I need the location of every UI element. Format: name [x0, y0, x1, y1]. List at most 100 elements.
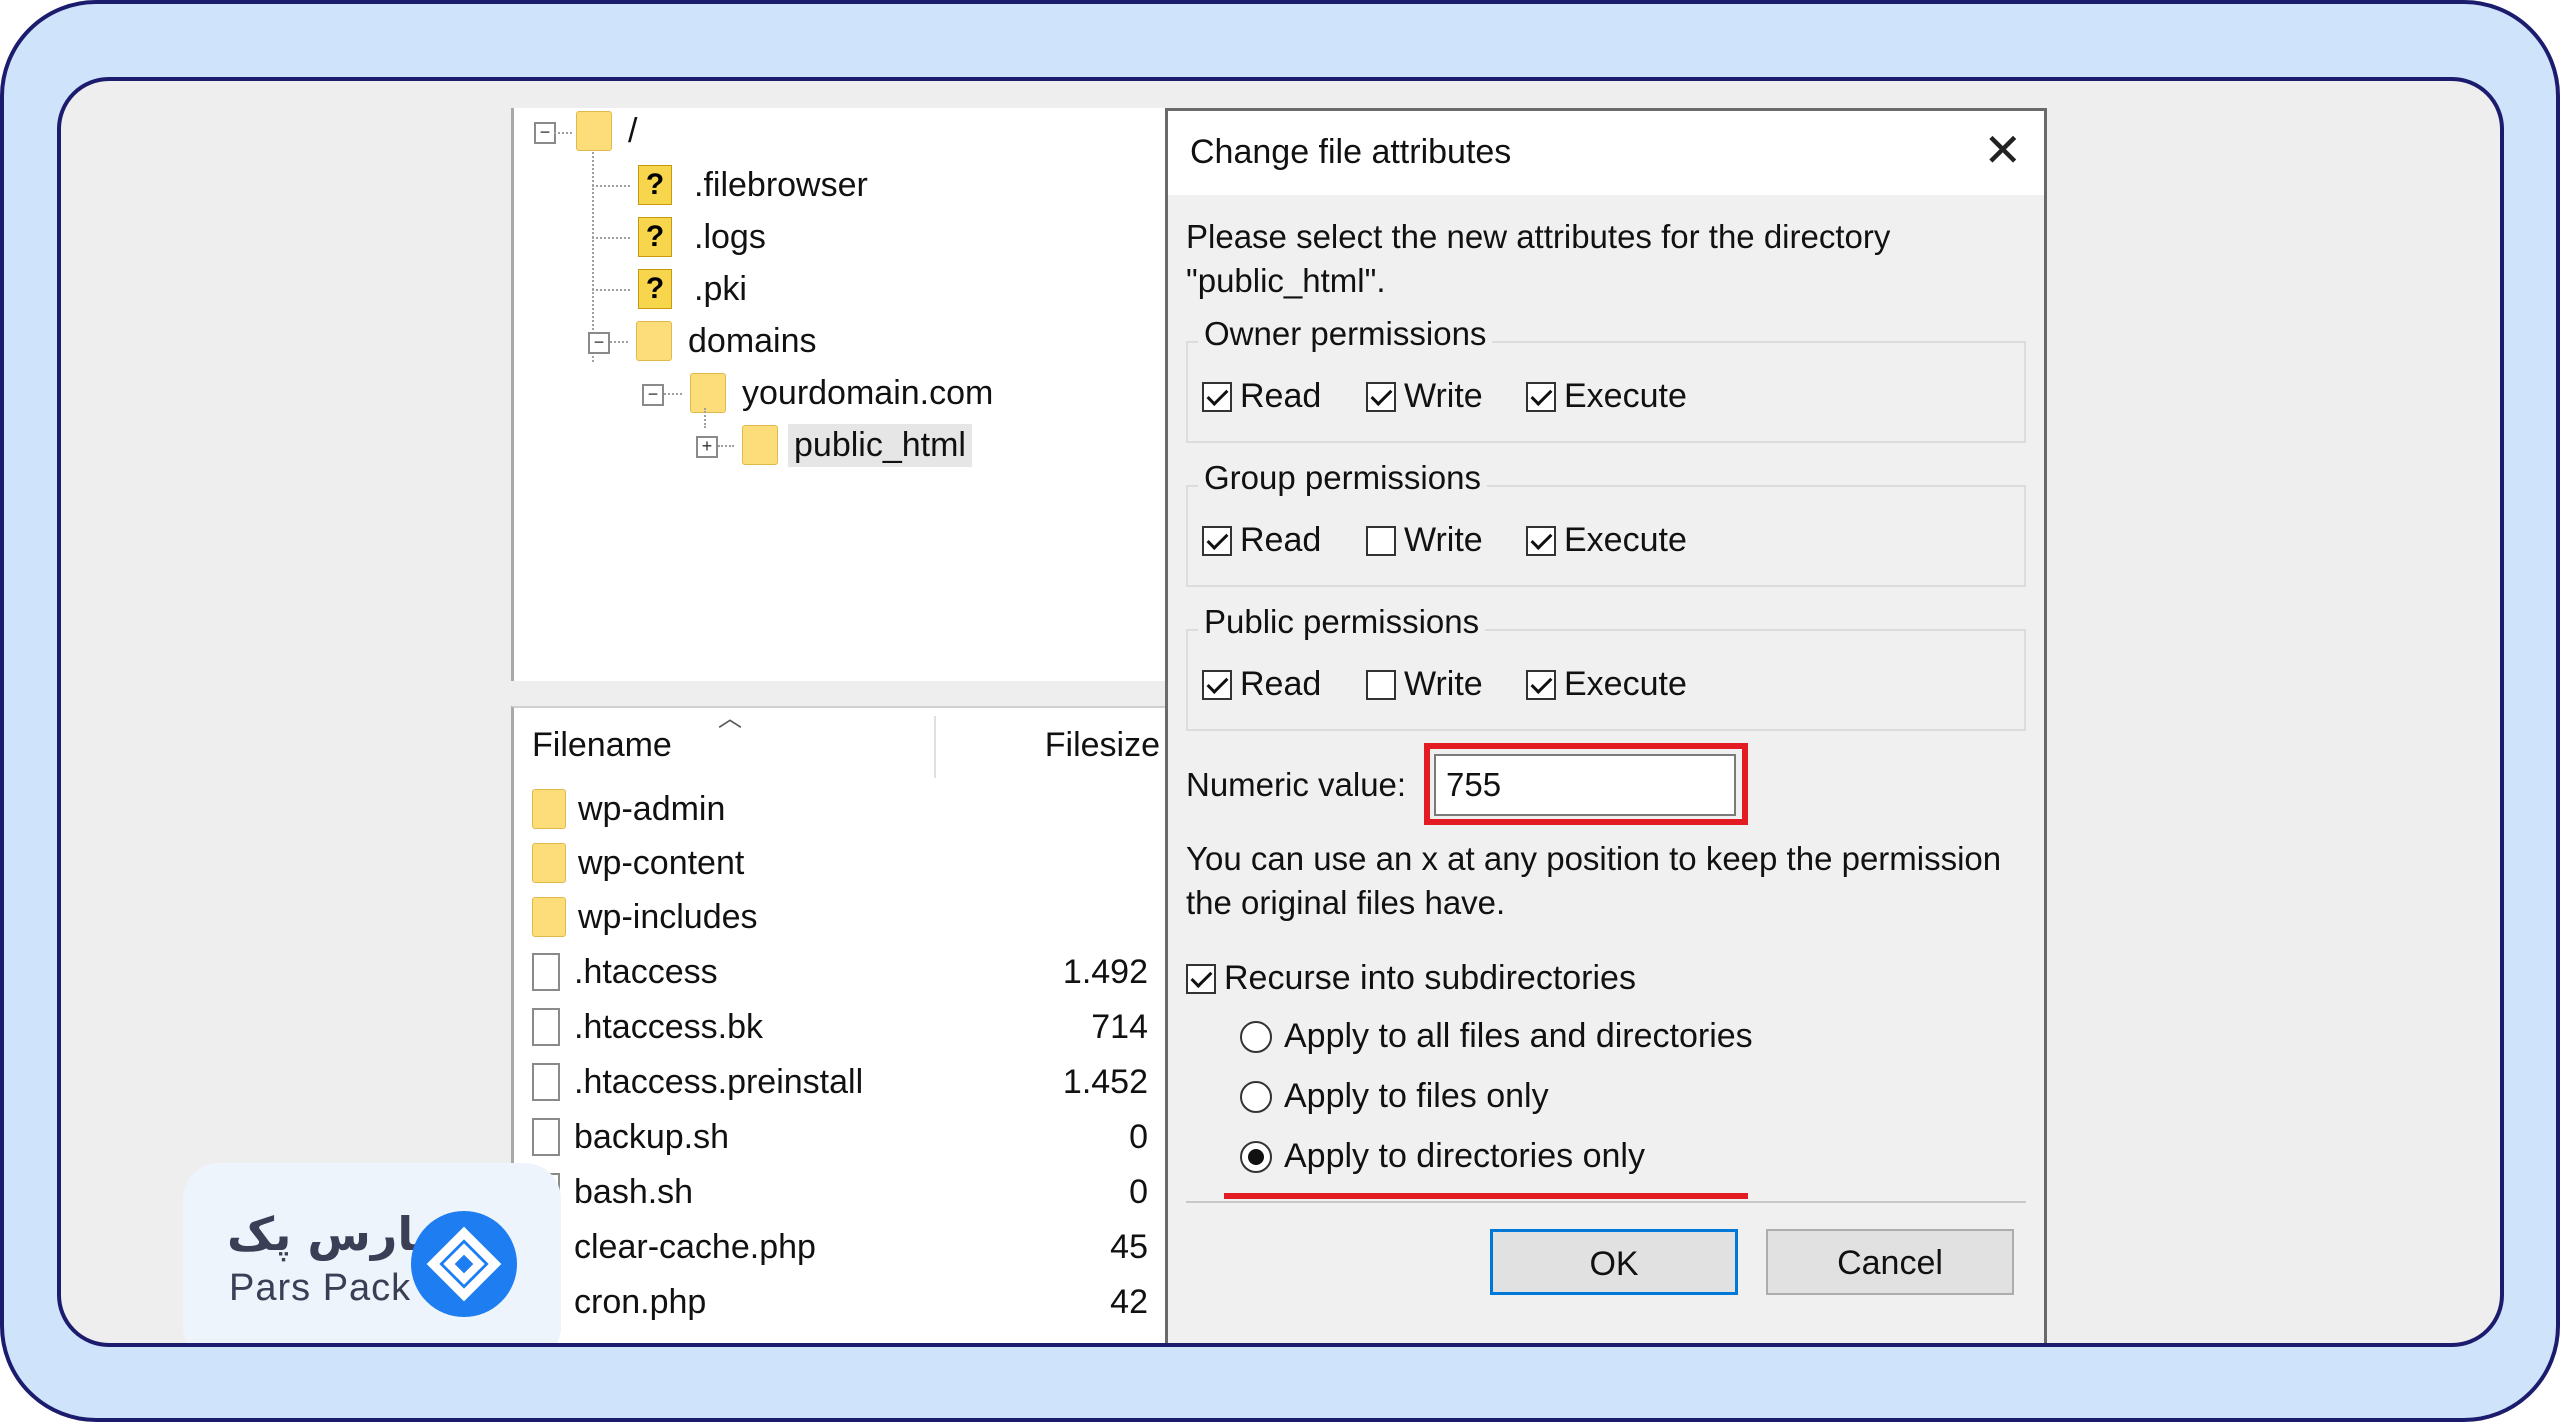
- tree-item-public-html[interactable]: public_html: [742, 422, 972, 468]
- logo-text-persian: پارس پک: [227, 1207, 432, 1261]
- file-name: .htaccess: [574, 952, 718, 991]
- checkbox-box[interactable]: [1366, 669, 1396, 700]
- tree-connector: [610, 341, 628, 343]
- file-size: 1.492: [1062, 952, 1148, 991]
- cancel-button[interactable]: Cancel: [1766, 1229, 2014, 1295]
- file-row[interactable]: wp-content: [532, 838, 1162, 888]
- prompt-line-1: Please select the new attributes for the…: [1186, 218, 1891, 255]
- file-name: bash.sh: [574, 1172, 694, 1211]
- file-row[interactable]: .htaccess.bk 714: [532, 1002, 1162, 1052]
- recurse-checkbox[interactable]: Recurse into subdirectories: [1186, 959, 1636, 998]
- tree-item-pki[interactable]: ? .pki: [638, 266, 753, 312]
- tree-item-filebrowser[interactable]: ? .filebrowser: [638, 162, 874, 208]
- expand-public-html-icon[interactable]: +: [696, 436, 718, 458]
- close-icon[interactable]: ✕: [1983, 125, 2022, 175]
- checkbox-box[interactable]: [1202, 669, 1232, 700]
- file-row[interactable]: bash.sh 0: [532, 1167, 1162, 1217]
- radio-apply-all[interactable]: Apply to all files and directories: [1240, 1017, 1753, 1056]
- hint-line-1: You can use an x at any position to keep…: [1186, 840, 2002, 877]
- checkbox-label: Read: [1240, 665, 1322, 703]
- prompt-line-2: "public_html".: [1186, 262, 1386, 299]
- tree-item-domains[interactable]: domains: [636, 318, 823, 364]
- owner-execute-checkbox[interactable]: Execute: [1526, 377, 1687, 416]
- radio-apply-directories[interactable]: Apply to directories only: [1240, 1137, 1645, 1176]
- collapse-yourdomain-icon[interactable]: −: [642, 384, 664, 406]
- folder-icon: [532, 789, 566, 829]
- ok-button[interactable]: OK: [1490, 1229, 1738, 1295]
- tree-item-yourdomain[interactable]: yourdomain.com: [690, 370, 999, 416]
- radio-button[interactable]: [1240, 1140, 1272, 1173]
- file-name: clear-cache.php: [574, 1227, 816, 1266]
- public-permissions-group: Public permissions Read Write Execute: [1186, 603, 2026, 731]
- file-name: .htaccess.preinstall: [574, 1062, 864, 1101]
- file-row[interactable]: wp-includes: [532, 892, 1162, 942]
- public-read-checkbox[interactable]: Read: [1202, 665, 1321, 704]
- underline-annotation: [1224, 1193, 1748, 1199]
- column-divider[interactable]: [934, 716, 936, 778]
- column-header-filename[interactable]: Filename: [532, 726, 672, 765]
- hint-line-2: the original files have.: [1186, 884, 1506, 921]
- checkbox-box[interactable]: [1186, 963, 1216, 994]
- numeric-value-input[interactable]: [1434, 754, 1736, 816]
- checkbox-box[interactable]: [1526, 669, 1556, 700]
- tree-item-label: yourdomain.com: [742, 373, 994, 412]
- public-write-checkbox[interactable]: Write: [1366, 665, 1483, 704]
- radio-apply-files[interactable]: Apply to files only: [1240, 1077, 1549, 1116]
- folder-icon: [636, 321, 672, 361]
- logo-card: پارس پک Pars Pack: [183, 1163, 561, 1343]
- logo-text-english: Pars Pack: [229, 1267, 412, 1309]
- numeric-value-label: Numeric value:: [1186, 766, 1407, 803]
- file-row[interactable]: cron.php 42: [532, 1277, 1162, 1327]
- file-size: 42: [1110, 1282, 1148, 1321]
- checkbox-label: Read: [1240, 521, 1322, 559]
- checkbox-box[interactable]: [1366, 525, 1396, 556]
- file-row[interactable]: clear-cache.php 45: [532, 1222, 1162, 1272]
- tree-item-label: .logs: [694, 217, 766, 256]
- divider: [1186, 1201, 2026, 1203]
- checkbox-label: Write: [1404, 665, 1483, 703]
- group-read-checkbox[interactable]: Read: [1202, 521, 1321, 560]
- tree-connector: [592, 237, 630, 239]
- group-write-checkbox[interactable]: Write: [1366, 521, 1483, 560]
- tree-item-label: /: [628, 111, 638, 150]
- folder-icon: [532, 897, 566, 937]
- file-name: backup.sh: [574, 1117, 729, 1156]
- unknown-folder-icon: ?: [638, 217, 672, 257]
- directory-tree: − / ? .filebrowser ? .logs ? .pki − doma…: [511, 108, 1170, 681]
- file-icon: [532, 953, 560, 991]
- column-header-filesize[interactable]: Filesize: [1045, 726, 1160, 765]
- group-execute-checkbox[interactable]: Execute: [1526, 521, 1687, 560]
- owner-read-checkbox[interactable]: Read: [1202, 377, 1321, 416]
- tree-item-root[interactable]: /: [576, 108, 643, 154]
- dialog-titlebar: Change file attributes ✕: [1168, 111, 2044, 195]
- checkbox-box[interactable]: [1202, 525, 1232, 556]
- file-row[interactable]: .htaccess 1.492: [532, 947, 1162, 997]
- dialog-title: Change file attributes: [1190, 133, 1512, 171]
- tree-connector: [664, 393, 682, 395]
- change-file-attributes-dialog: Change file attributes ✕ Please select t…: [1165, 108, 2047, 1343]
- checkbox-box[interactable]: [1526, 381, 1556, 412]
- file-row[interactable]: backup.sh 0: [532, 1112, 1162, 1162]
- checkbox-label: Execute: [1564, 665, 1687, 703]
- file-name: wp-content: [578, 843, 745, 882]
- checkbox-box[interactable]: [1366, 381, 1396, 412]
- owner-write-checkbox[interactable]: Write: [1366, 377, 1483, 416]
- tree-item-label: .pki: [694, 269, 747, 308]
- checkbox-label: Execute: [1564, 521, 1687, 559]
- file-size: 0: [1129, 1117, 1148, 1156]
- checkbox-label: Execute: [1564, 377, 1687, 415]
- checkbox-box[interactable]: [1202, 381, 1232, 412]
- file-row[interactable]: .htaccess.preinstall 1.452: [532, 1057, 1162, 1107]
- tree-item-logs[interactable]: ? .logs: [638, 214, 772, 260]
- public-execute-checkbox[interactable]: Execute: [1526, 665, 1687, 704]
- collapse-domains-icon[interactable]: −: [588, 332, 610, 354]
- file-name: wp-includes: [578, 897, 758, 936]
- checkbox-box[interactable]: [1526, 525, 1556, 556]
- tree-connector: [704, 408, 706, 428]
- collapse-root-icon[interactable]: −: [534, 122, 556, 144]
- file-row[interactable]: wp-admin: [532, 784, 1162, 834]
- radio-button[interactable]: [1240, 1020, 1272, 1053]
- folder-icon: [576, 111, 612, 151]
- file-size: 714: [1091, 1007, 1148, 1046]
- radio-button[interactable]: [1240, 1080, 1272, 1113]
